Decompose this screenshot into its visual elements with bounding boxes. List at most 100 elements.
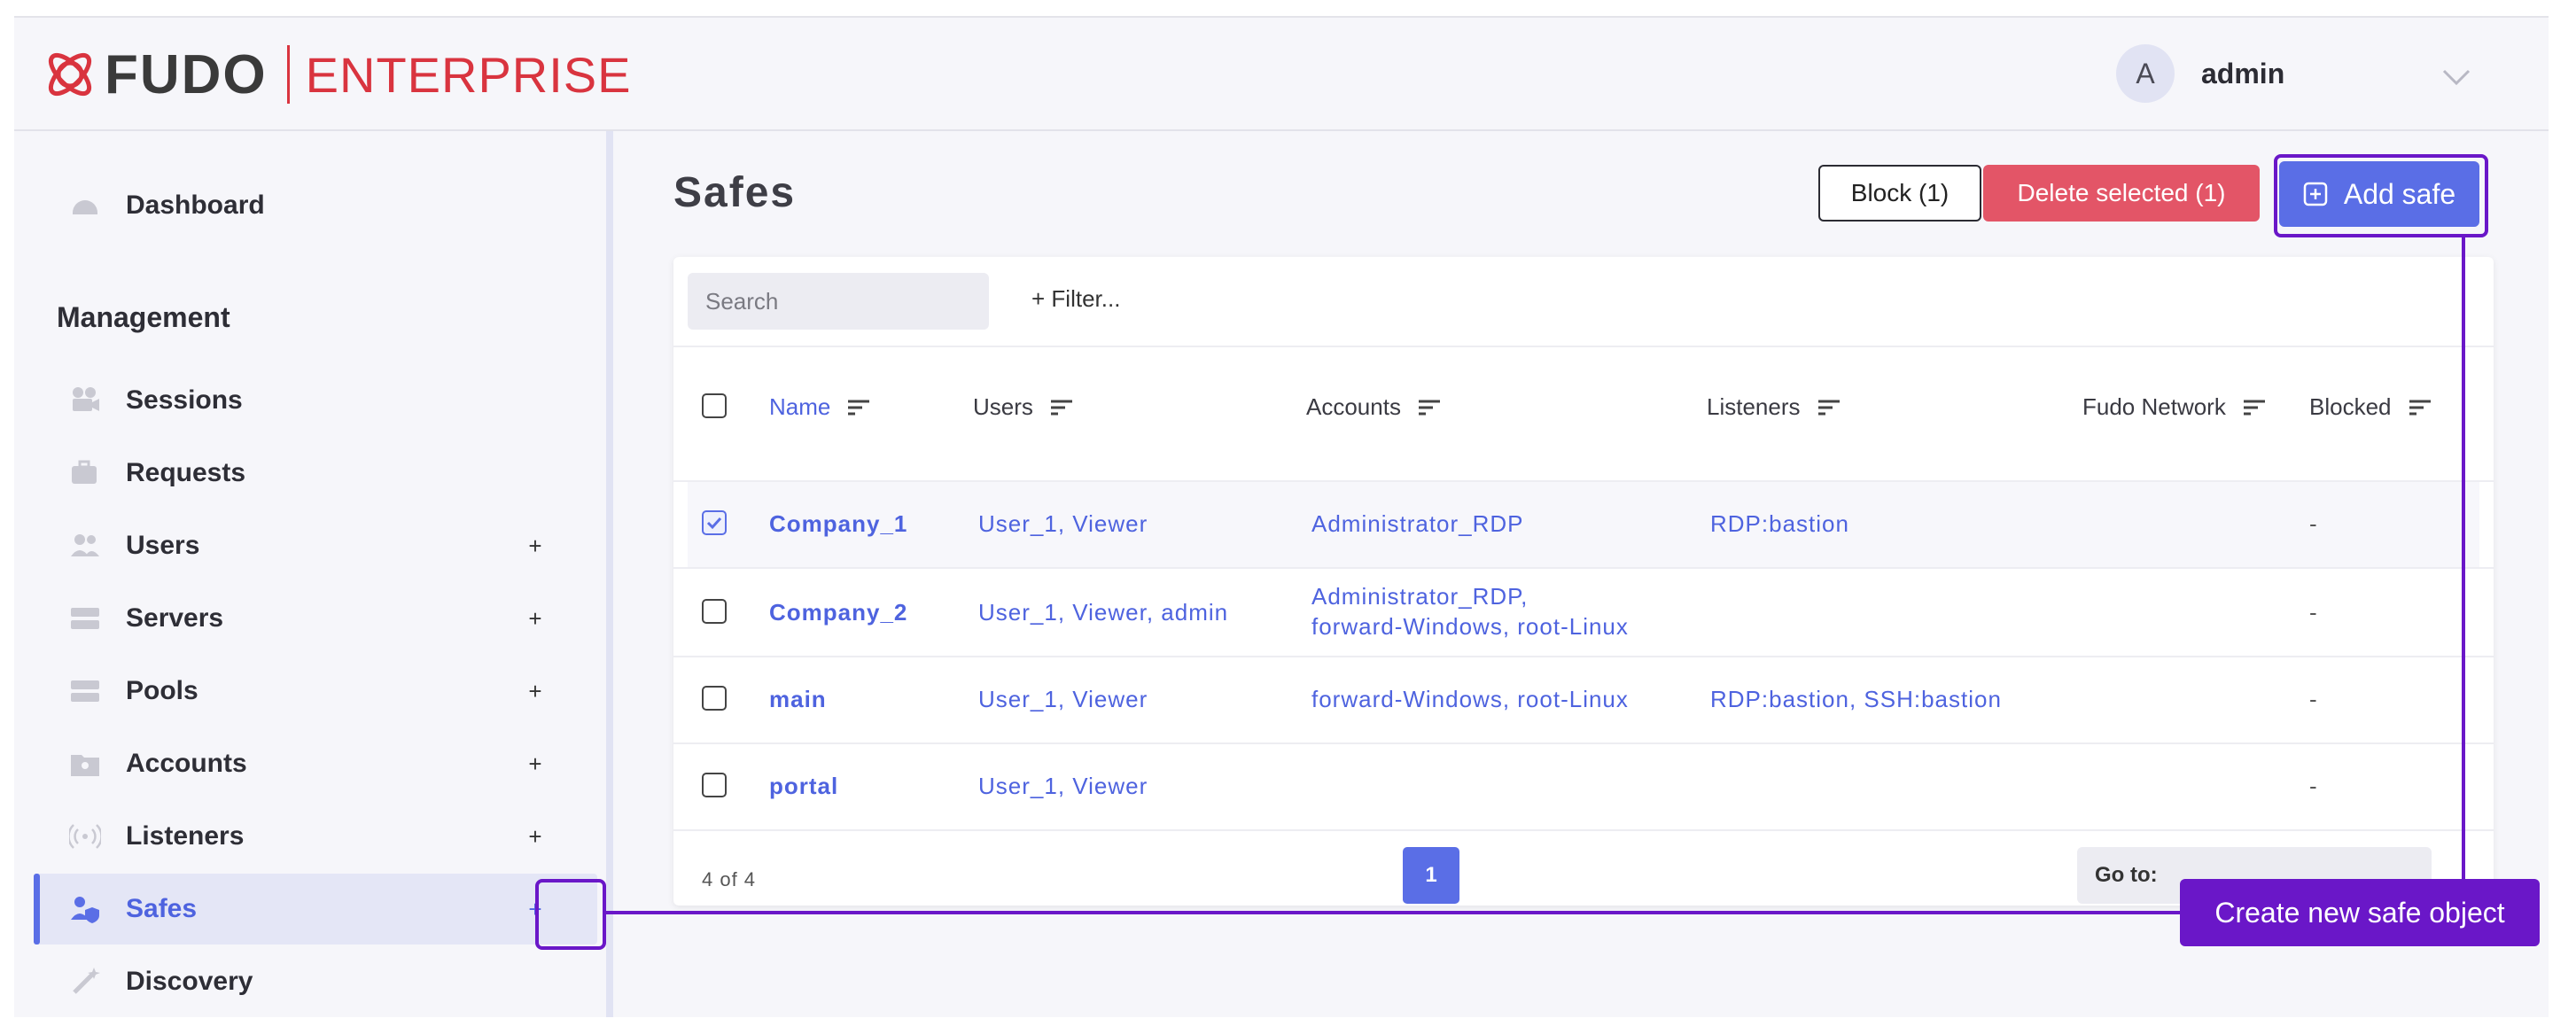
sidebar: Dashboard Management Sessions Requests U… bbox=[14, 131, 613, 1017]
sidebar-item-requests[interactable]: Requests bbox=[34, 438, 597, 509]
safe-blocked: - bbox=[2309, 510, 2318, 537]
column-header-name[interactable]: Name bbox=[769, 393, 871, 421]
safe-users[interactable]: User_1, Viewer bbox=[978, 509, 1148, 539]
sidebar-item-safes[interactable]: Safes + bbox=[34, 874, 597, 945]
column-header-accounts[interactable]: Accounts bbox=[1306, 393, 1442, 421]
logo-wordmark: FUDO bbox=[105, 43, 268, 105]
column-label: Name bbox=[769, 393, 831, 420]
top-header: FUDO ENTERPRISE A admin bbox=[14, 18, 2549, 131]
sort-icon[interactable] bbox=[2242, 398, 2267, 417]
row-checkbox[interactable] bbox=[702, 773, 727, 797]
sidebar-item-users[interactable]: Users + bbox=[34, 510, 597, 581]
sidebar-item-label: Discovery bbox=[126, 967, 253, 996]
username[interactable]: admin bbox=[2201, 58, 2284, 90]
sidebar-item-label: Dashboard bbox=[126, 190, 265, 220]
camera-icon bbox=[73, 387, 99, 411]
safe-listeners[interactable]: RDP:bastion bbox=[1710, 509, 1849, 539]
add-safe-sidebar-button[interactable]: + bbox=[519, 893, 551, 925]
safe-users[interactable]: User_1, Viewer bbox=[978, 771, 1148, 801]
wand-icon bbox=[73, 968, 100, 994]
column-header-listeners[interactable]: Listeners bbox=[1707, 393, 1841, 421]
user-menu[interactable]: A admin bbox=[2116, 44, 2284, 103]
sort-icon[interactable] bbox=[1049, 398, 1074, 417]
safe-users[interactable]: User_1, Viewer, admin bbox=[978, 597, 1228, 627]
column-label: Users bbox=[973, 393, 1033, 420]
safe-icon bbox=[71, 897, 99, 923]
table-row[interactable]: main User_1, Viewer forward-Windows, roo… bbox=[688, 657, 2479, 742]
row-checkbox[interactable] bbox=[702, 686, 727, 711]
table-row[interactable]: portal User_1, Viewer - bbox=[688, 744, 2479, 829]
select-all-checkbox[interactable] bbox=[702, 393, 727, 418]
sidebar-item-label: Accounts bbox=[126, 749, 247, 778]
safe-listeners[interactable]: RDP:bastion, SSH:bastion bbox=[1710, 684, 2002, 714]
sidebar-item-label: Safes bbox=[126, 894, 198, 923]
safe-accounts[interactable]: forward-Windows, root-Linux bbox=[1311, 684, 1629, 714]
logo-edition: ENTERPRISE bbox=[305, 46, 632, 103]
pool-icon bbox=[71, 680, 99, 702]
sidebar-item-dashboard[interactable]: Dashboard bbox=[34, 170, 597, 241]
column-header-users[interactable]: Users bbox=[973, 393, 1074, 421]
safe-name-link[interactable]: Company_1 bbox=[769, 509, 907, 539]
add-account-button[interactable]: + bbox=[519, 748, 551, 780]
sidebar-item-label: Listeners bbox=[126, 821, 245, 851]
block-button[interactable]: Block (1) bbox=[1818, 165, 1981, 222]
row-checkbox[interactable] bbox=[702, 510, 727, 535]
safe-blocked: - bbox=[2309, 686, 2318, 712]
add-safe-button[interactable]: Add safe bbox=[2279, 161, 2479, 227]
add-listener-button[interactable]: + bbox=[519, 820, 551, 852]
search-input[interactable] bbox=[688, 273, 989, 330]
safes-table-card: + Filter... Name Users Accounts Listener… bbox=[673, 257, 2494, 906]
column-label: Accounts bbox=[1306, 393, 1401, 420]
safe-accounts[interactable]: Administrator_RDP bbox=[1311, 509, 1524, 539]
safe-users[interactable]: User_1, Viewer bbox=[978, 684, 1148, 714]
sidebar-item-discovery[interactable]: Discovery bbox=[34, 946, 597, 1017]
sidebar-item-listeners[interactable]: Listeners + bbox=[34, 801, 597, 872]
listener-icon bbox=[69, 824, 101, 849]
sort-icon[interactable] bbox=[1817, 398, 1841, 417]
sidebar-item-sessions[interactable]: Sessions bbox=[34, 365, 597, 436]
sidebar-item-label: Pools bbox=[126, 676, 198, 705]
column-header-blocked[interactable]: Blocked bbox=[2309, 393, 2432, 421]
add-user-button[interactable]: + bbox=[519, 530, 551, 562]
table-row[interactable]: Company_1 User_1, Viewer Administrator_R… bbox=[688, 482, 2479, 567]
fudo-logo[interactable]: FUDO ENTERPRISE bbox=[41, 41, 632, 108]
sort-icon[interactable] bbox=[2408, 398, 2432, 417]
add-server-button[interactable]: + bbox=[519, 603, 551, 634]
table-row[interactable]: Company_2 User_1, Viewer, admin Administ… bbox=[688, 569, 2479, 656]
column-label: Blocked bbox=[2309, 393, 2392, 420]
safe-blocked: - bbox=[2309, 599, 2318, 626]
sort-icon[interactable] bbox=[846, 398, 871, 417]
annotation-connector-vertical bbox=[2462, 237, 2465, 913]
add-pool-button[interactable]: + bbox=[519, 675, 551, 707]
safe-blocked: - bbox=[2309, 773, 2318, 799]
page-button-1[interactable]: 1 bbox=[1403, 847, 1459, 904]
sort-icon[interactable] bbox=[1417, 398, 1442, 417]
sidebar-item-servers[interactable]: Servers + bbox=[34, 583, 597, 654]
delete-selected-button[interactable]: Delete selected (1) bbox=[1983, 165, 2260, 222]
sidebar-item-label: Servers bbox=[126, 603, 224, 633]
sidebar-item-accounts[interactable]: Accounts + bbox=[34, 728, 597, 799]
column-header-fudo-network[interactable]: Fudo Network bbox=[2082, 393, 2267, 421]
avatar[interactable]: A bbox=[2116, 44, 2175, 103]
plus-square-icon bbox=[2303, 182, 2328, 206]
safe-accounts-line2[interactable]: forward-Windows, root-Linux bbox=[1311, 611, 1629, 641]
sidebar-item-label: Users bbox=[126, 531, 200, 560]
add-safe-label: Add safe bbox=[2343, 177, 2456, 210]
chevron-down-icon[interactable] bbox=[2439, 64, 2474, 90]
row-checkbox[interactable] bbox=[702, 599, 727, 624]
logo-divider bbox=[286, 45, 290, 104]
column-label: Listeners bbox=[1707, 393, 1801, 420]
safe-name-link[interactable]: main bbox=[769, 684, 827, 714]
app-window: FUDO ENTERPRISE A admin Dashboard Manage… bbox=[14, 16, 2549, 1017]
safe-name-link[interactable]: portal bbox=[769, 771, 838, 801]
dashboard-icon bbox=[73, 200, 97, 214]
sidebar-item-pools[interactable]: Pools + bbox=[34, 656, 597, 727]
filter-button[interactable]: + Filter... bbox=[1031, 285, 1120, 313]
safe-accounts[interactable]: Administrator_RDP, bbox=[1311, 581, 1528, 611]
checkmark-icon bbox=[706, 517, 722, 530]
annotation-callout: Create new safe object bbox=[2180, 879, 2540, 946]
sidebar-item-label: Requests bbox=[126, 458, 246, 487]
divider bbox=[673, 829, 2494, 831]
page-title: Safes bbox=[673, 169, 797, 216]
safe-name-link[interactable]: Company_2 bbox=[769, 597, 907, 627]
